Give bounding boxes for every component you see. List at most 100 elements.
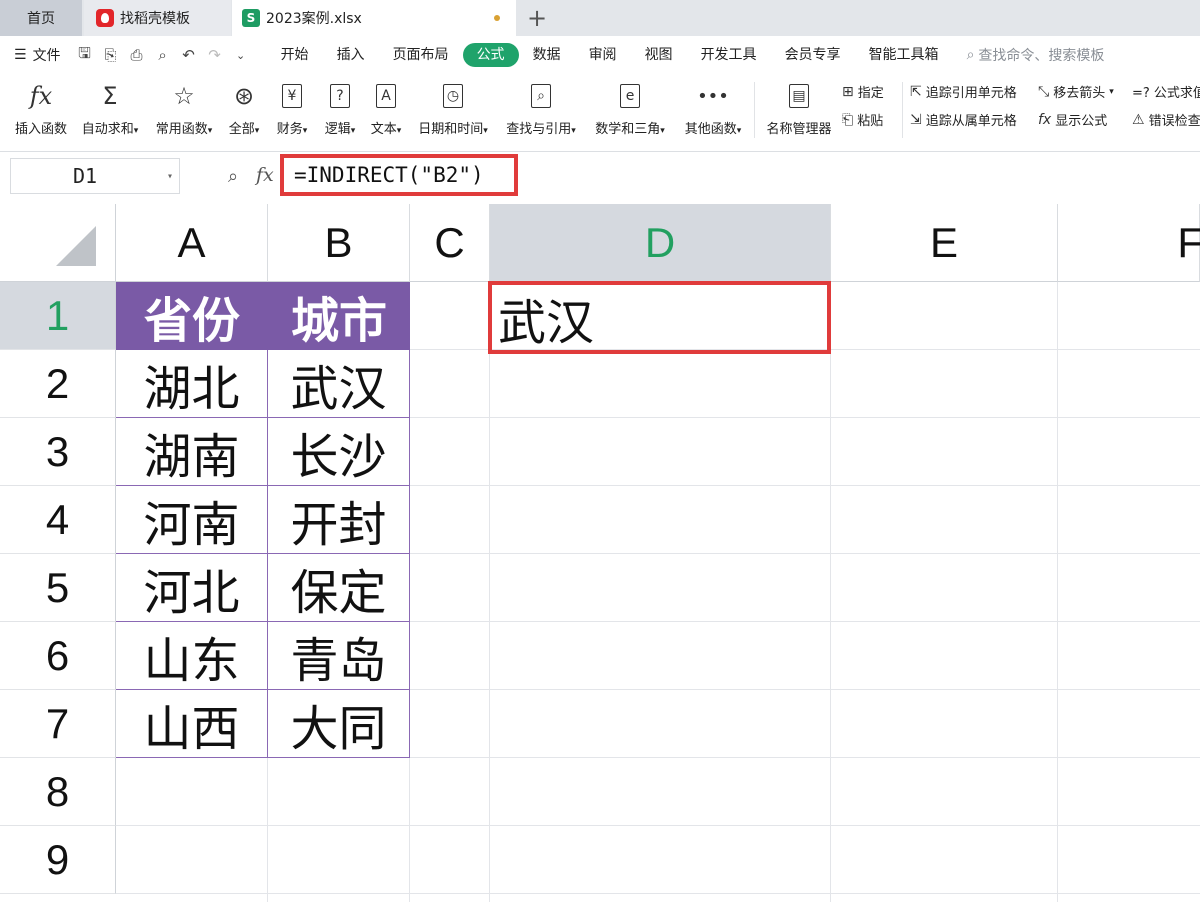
table-cell-city[interactable]: 长沙 [268, 418, 410, 486]
row-header-3[interactable]: 3 [0, 418, 116, 486]
table-cell-province[interactable]: 山东 [116, 622, 268, 690]
formula-eval-label: =? 公式求值 [1132, 86, 1200, 101]
tab-home[interactable]: 首页 [0, 0, 82, 36]
name-box[interactable]: D1 ▾ [10, 158, 180, 194]
undo-icon[interactable]: ↶ [179, 45, 199, 65]
menu-tab-page-layout[interactable]: 页面布局 [379, 43, 463, 67]
row-header-8[interactable]: 8 [0, 758, 116, 826]
table-cell-city[interactable]: 大同 [268, 690, 410, 758]
print-icon[interactable]: ⎙ [127, 45, 147, 65]
row-header-4[interactable]: 4 [0, 486, 116, 554]
menu-tab-developer[interactable]: 开发工具 [687, 43, 771, 67]
cell-a1-header-province[interactable]: 省份 [116, 282, 268, 350]
export-icon[interactable]: ⎘ [101, 45, 121, 65]
logic-label: 逻辑 [324, 122, 351, 137]
quick-access-toolbar: 🖫 ⎘ ⎙ ⌕ ↶ ↷ ⌄ [75, 44, 251, 65]
hamburger-icon: ☰ [14, 47, 27, 63]
trace-precedents-label: 追踪引用单元格 [925, 86, 1017, 101]
datetime-button[interactable]: ◷ 日期和时间▾ [412, 74, 494, 150]
error-check-button[interactable]: ⚠ 错误检查 [1132, 110, 1200, 130]
clipboard-icon: ⎗ [842, 111, 854, 128]
specify-button[interactable]: ⊞ 指定 [842, 82, 884, 102]
selected-cell-d1-highlight [488, 281, 831, 354]
other-functions-button[interactable]: ••• 其他函数▾ [678, 74, 748, 150]
column-header-b[interactable]: B [268, 204, 410, 282]
logic-button[interactable]: ? 逻辑▾ [318, 74, 362, 150]
show-formulas-label: 显示公式 [1055, 114, 1108, 129]
fx-button[interactable]: fx [256, 164, 274, 186]
name-tag-icon: ▤ [789, 84, 809, 108]
menu-tab-view[interactable]: 视图 [631, 43, 687, 67]
menu-tab-member[interactable]: 会员专享 [771, 43, 855, 67]
row-header-9[interactable]: 9 [0, 826, 116, 894]
redo-icon[interactable]: ↷ [205, 45, 225, 65]
autosum-label: 自动求和 [81, 122, 134, 137]
formula-eval-button[interactable]: =? 公式求值 [1132, 82, 1200, 101]
file-menu-label: 文件 [32, 48, 61, 64]
new-tab-button[interactable]: + [524, 2, 550, 34]
table-cell-province[interactable]: 山西 [116, 690, 268, 758]
trace-dependents-button[interactable]: ⇲ 追踪从属单元格 [910, 110, 1017, 130]
row-header-1[interactable]: 1 [0, 282, 116, 350]
tab-bar: 首页 找稻壳模板 S 2023案例.xlsx + [0, 0, 1200, 36]
select-all-corner[interactable] [0, 204, 116, 282]
save-icon[interactable]: 🖫 [75, 44, 95, 65]
menu-tab-review[interactable]: 审阅 [575, 43, 631, 67]
name-box-value: D1 [73, 164, 98, 188]
column-header-e[interactable]: E [831, 204, 1058, 282]
insert-function-button[interactable]: fx 插入函数 [10, 74, 72, 150]
column-header-c[interactable]: C [410, 204, 490, 282]
show-formulas-button[interactable]: fx 显示公式 [1038, 110, 1108, 130]
trace-precedents-button[interactable]: ⇱ 追踪引用单元格 [910, 82, 1017, 102]
sigma-icon: Σ [102, 82, 118, 110]
table-cell-province[interactable]: 河南 [116, 486, 268, 554]
common-functions-button[interactable]: ☆ 常用函数▾ [150, 74, 218, 150]
table-cell-city[interactable]: 青岛 [268, 622, 410, 690]
menu-tab-data[interactable]: 数据 [519, 43, 575, 67]
menu-tab-start[interactable]: 开始 [267, 43, 323, 67]
name-manager-label: 名称管理器 [766, 122, 832, 137]
zoom-icon[interactable]: ⌕ [228, 166, 238, 187]
table-cell-city[interactable]: 开封 [268, 486, 410, 554]
lookup-button[interactable]: ⌕ 查找与引用▾ [500, 74, 582, 150]
file-menu[interactable]: ☰ 文件 [14, 45, 61, 65]
column-header-a[interactable]: A [116, 204, 268, 282]
paste-name-button[interactable]: ⎗ 粘贴 [842, 110, 883, 130]
row-header-7[interactable]: 7 [0, 690, 116, 758]
datetime-label: 日期和时间 [418, 122, 484, 137]
tab-templates[interactable]: 找稻壳模板 [84, 0, 231, 36]
row-header-2[interactable]: 2 [0, 350, 116, 418]
name-manager-button[interactable]: ▤ 名称管理器 [762, 74, 836, 150]
name-box-dropdown-icon[interactable]: ▾ [167, 171, 173, 182]
table-cell-province[interactable]: 湖南 [116, 418, 268, 486]
menu-tab-smart-tools[interactable]: 智能工具箱 [855, 43, 953, 67]
table-cell-city[interactable]: 武汉 [268, 350, 410, 418]
column-header-f[interactable]: F [1058, 204, 1200, 282]
math-button[interactable]: e 数学和三角▾ [588, 74, 672, 150]
row-header-5[interactable]: 5 [0, 554, 116, 622]
menu-tab-insert[interactable]: 插入 [323, 43, 379, 67]
formula-input[interactable]: =INDIRECT("B2") [280, 154, 518, 196]
grid-line [1057, 282, 1058, 902]
row-header-6[interactable]: 6 [0, 622, 116, 690]
command-search[interactable]: ⌕ 查找命令、搜索模板 [967, 45, 1105, 65]
question-icon: ? [330, 84, 350, 108]
cell-b1-header-city[interactable]: 城市 [268, 282, 410, 350]
print-preview-icon[interactable]: ⌕ [153, 45, 173, 65]
finance-button[interactable]: ¥ 财务▾ [270, 74, 314, 150]
tab-file[interactable]: S 2023案例.xlsx [232, 0, 516, 36]
menu-tab-formulas[interactable]: 公式 [462, 43, 519, 67]
column-header-d[interactable]: D [490, 204, 831, 282]
table-cell-province[interactable]: 河北 [116, 554, 268, 622]
text-functions-button[interactable]: A 文本▾ [364, 74, 408, 150]
autosum-button[interactable]: Σ 自动求和▾ [76, 74, 144, 150]
table-cell-province[interactable]: 湖北 [116, 350, 268, 418]
table-cell-city[interactable]: 保定 [268, 554, 410, 622]
error-check-label: 错误检查 [1148, 114, 1200, 129]
yen-icon: ¥ [282, 84, 302, 108]
tab-home-label: 首页 [27, 11, 55, 27]
tab-templates-label: 找稻壳模板 [120, 11, 190, 27]
more-chevron-icon[interactable]: ⌄ [231, 45, 251, 65]
all-functions-button[interactable]: ⊛ 全部▾ [224, 74, 264, 150]
remove-arrows-button[interactable]: ⤡ 移去箭头 ▾ [1038, 82, 1114, 102]
